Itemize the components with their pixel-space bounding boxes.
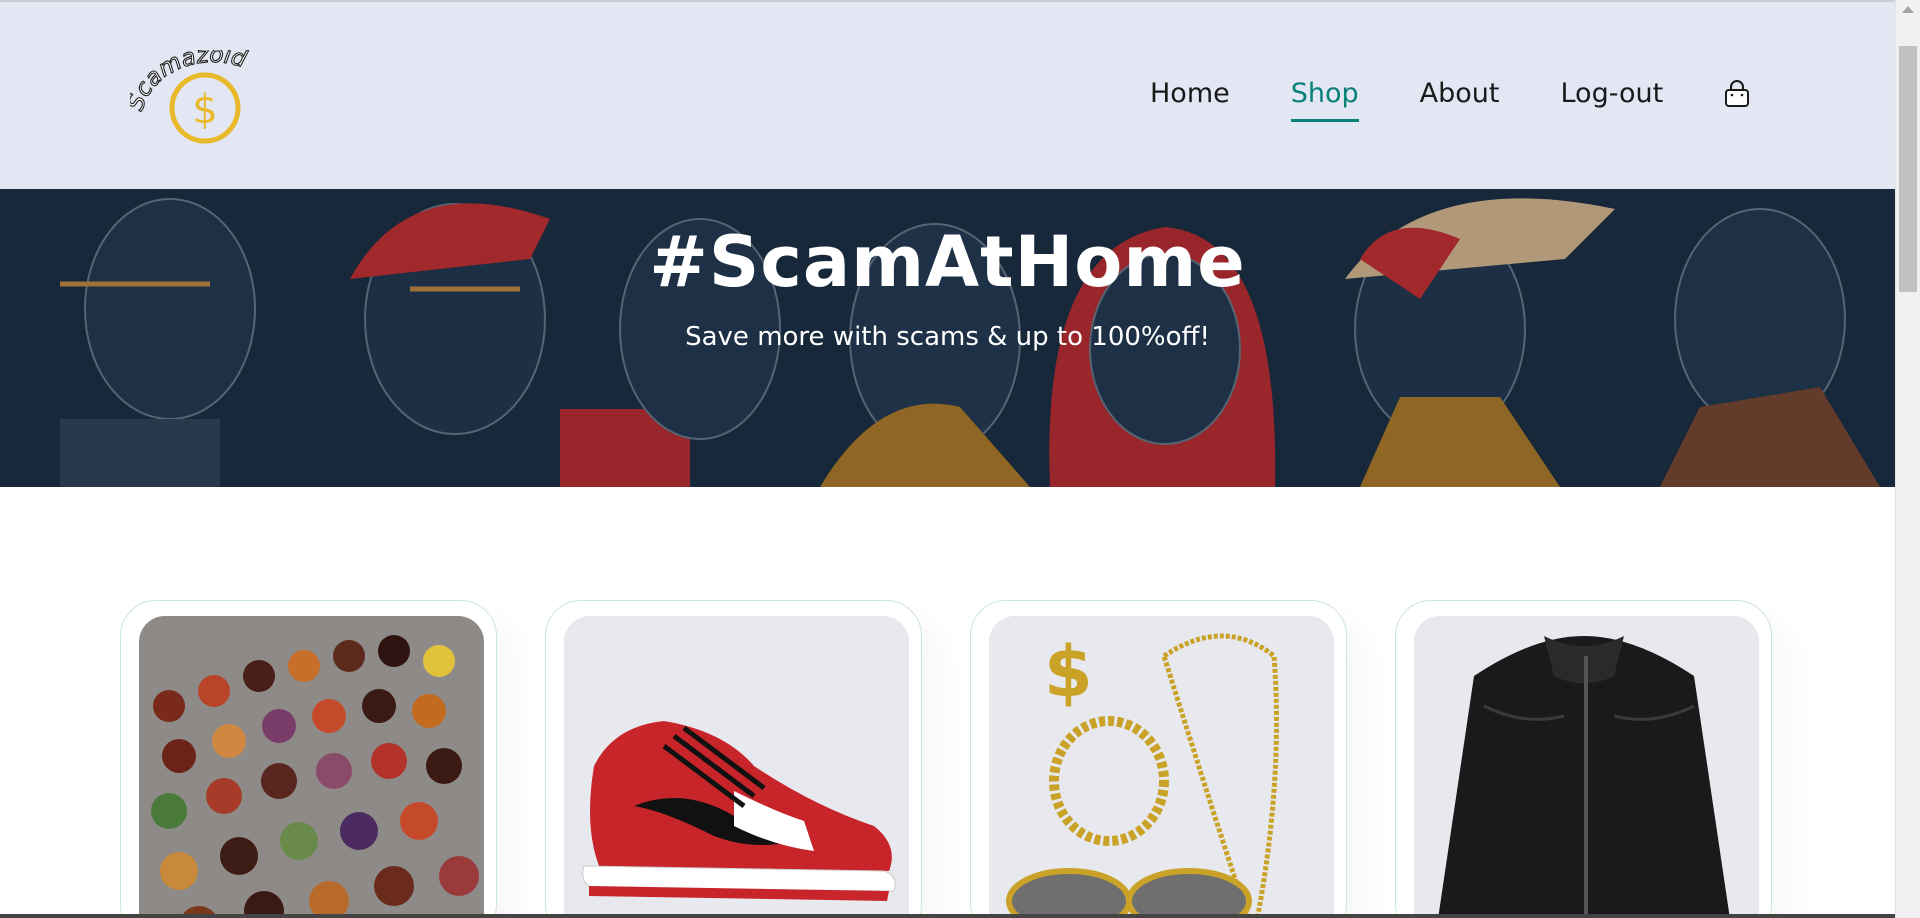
product-grid: $ xyxy=(0,487,1895,918)
product-image-jacket[interactable] xyxy=(1414,616,1759,918)
scamazoid-logo[interactable]: Scamazoid $ xyxy=(122,41,290,160)
hero-banner: #ScamAtHome Save more with scams & up to… xyxy=(0,189,1895,487)
nav-shop[interactable]: Shop xyxy=(1290,74,1359,122)
product-card[interactable] xyxy=(545,600,922,918)
bottom-edge xyxy=(0,914,1895,918)
svg-text:$: $ xyxy=(192,87,217,133)
svg-text:$: $ xyxy=(1044,631,1093,713)
product-image-sneaker[interactable] xyxy=(564,616,909,918)
site-header: Scamazoid $ Home Shop About Log-out xyxy=(0,0,1895,189)
product-card[interactable] xyxy=(120,600,497,918)
scroll-up-icon[interactable] xyxy=(1902,6,1914,13)
product-image-jewelry[interactable]: $ xyxy=(989,616,1334,918)
shopping-bag-icon[interactable] xyxy=(1720,77,1754,111)
main-nav: Home Shop About Log-out xyxy=(1150,74,1754,122)
hero-subtitle: Save more with scams & up to 100%off! xyxy=(685,322,1210,352)
nav-logout[interactable]: Log-out xyxy=(1560,74,1663,114)
hero-title: #ScamAtHome xyxy=(649,221,1246,303)
svg-text:Scamazoid: Scamazoid xyxy=(130,50,250,114)
page-scrollbar[interactable] xyxy=(1895,0,1920,918)
product-card[interactable]: $ xyxy=(970,600,1347,918)
logo-graphic: Scamazoid $ xyxy=(122,41,250,144)
product-card[interactable] xyxy=(1395,600,1772,918)
nav-about[interactable]: About xyxy=(1420,74,1500,114)
product-image-chocolate[interactable] xyxy=(139,616,484,918)
scrollbar-thumb[interactable] xyxy=(1899,46,1917,292)
nav-home[interactable]: Home xyxy=(1150,74,1230,114)
